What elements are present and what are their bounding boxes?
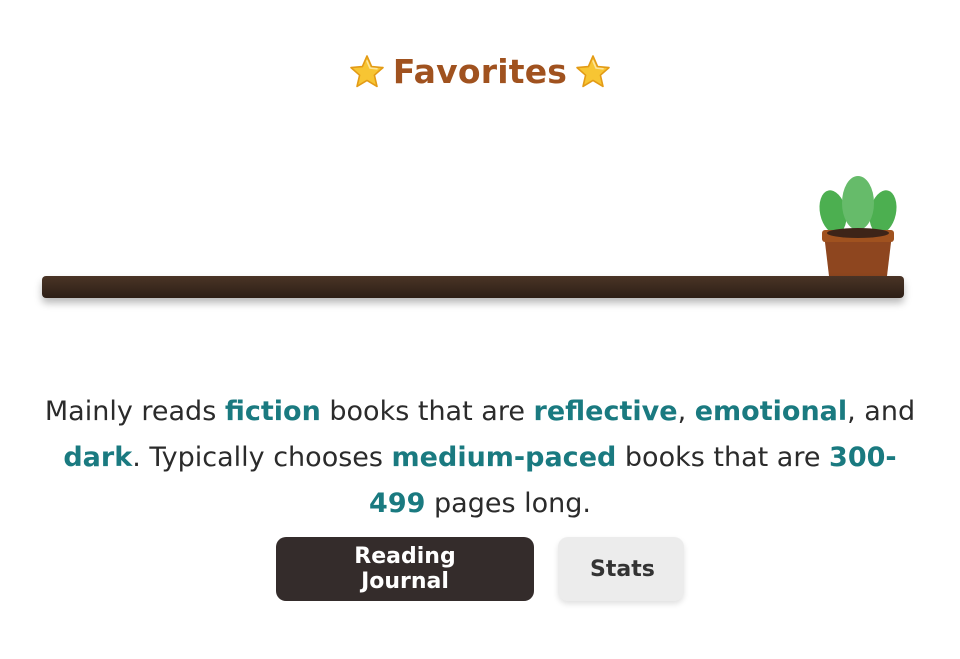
- summary-text: , and: [847, 396, 916, 427]
- reading-journal-button[interactable]: Reading Journal: [276, 537, 534, 601]
- summary-text: books that are: [616, 442, 830, 473]
- summary-text: ,: [677, 396, 695, 427]
- potted-plant-icon: [819, 176, 897, 276]
- star-icon: [350, 54, 384, 87]
- summary-text: pages long.: [425, 488, 591, 519]
- summary-text: Mainly reads: [44, 396, 225, 427]
- page-title: Favorites: [392, 52, 568, 91]
- stats-button[interactable]: Stats: [558, 537, 684, 601]
- summary-text: books that are: [320, 396, 534, 427]
- action-buttons: Reading Journal Stats: [0, 537, 960, 601]
- favorites-page: Favorites Mainly reads fiction books tha…: [0, 0, 960, 659]
- mood-highlight: reflective: [533, 396, 678, 427]
- summary-text: . Typically chooses: [132, 442, 392, 473]
- bookshelf: [42, 276, 904, 298]
- reading-summary: Mainly reads fiction books that are refl…: [40, 389, 920, 527]
- mood-highlight: emotional: [694, 396, 848, 427]
- favorites-header: Favorites: [0, 52, 960, 91]
- pace-highlight: medium-paced: [391, 442, 617, 473]
- mood-highlight: dark: [63, 442, 133, 473]
- genre-highlight: fiction: [224, 396, 321, 427]
- star-icon: [576, 54, 610, 87]
